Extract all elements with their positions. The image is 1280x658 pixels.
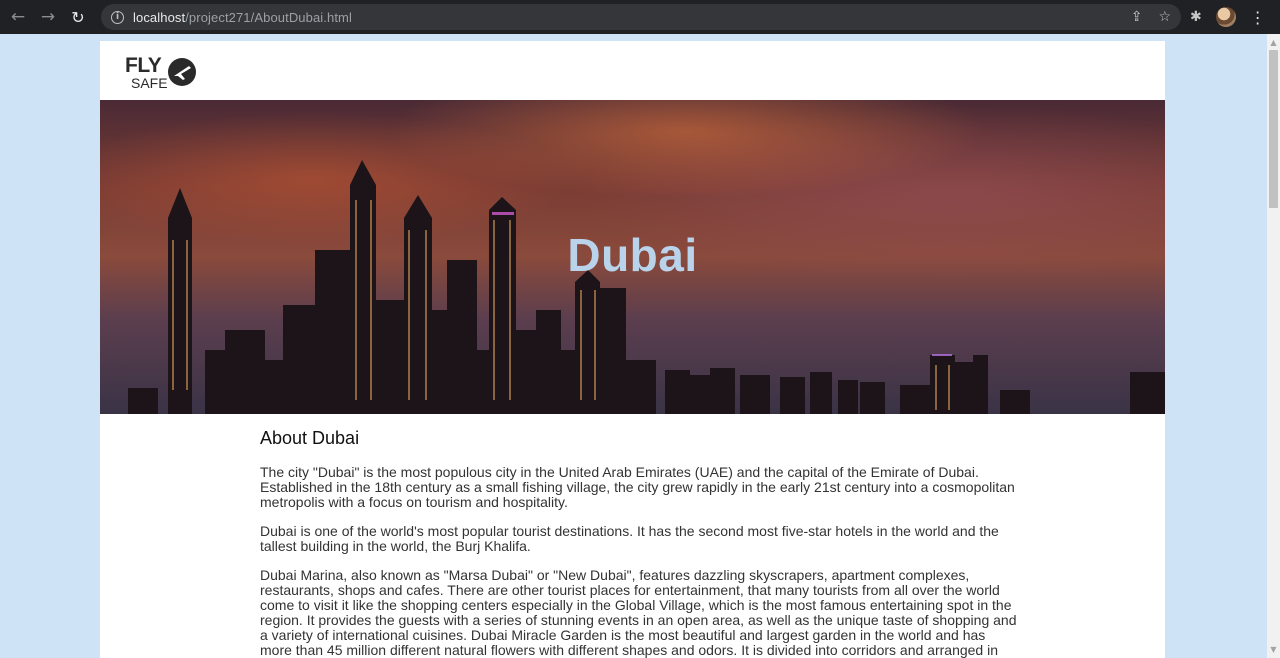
about-heading: About Dubai xyxy=(260,428,360,448)
back-button[interactable]: ← xyxy=(6,5,30,29)
scroll-thumb[interactable] xyxy=(1269,50,1278,208)
star-icon[interactable]: ☆ xyxy=(1158,9,1171,25)
scroll-down-arrow-icon[interactable]: ▼ xyxy=(1267,643,1280,656)
url-text[interactable]: localhost/project271/AboutDubai.html xyxy=(133,10,352,25)
share-icon[interactable]: ⇪ xyxy=(1131,9,1143,25)
arrow-right-icon: → xyxy=(40,7,56,27)
kebab-menu-icon[interactable]: ⋮ xyxy=(1250,8,1266,27)
profile-avatar[interactable] xyxy=(1215,7,1236,27)
about-paragraph: The city "Dubai" is the most populous ci… xyxy=(260,464,1015,510)
vertical-scrollbar[interactable]: ▲ ▼ xyxy=(1267,34,1280,658)
logo-text-safe: SAFE xyxy=(131,75,168,91)
hero-title: Dubai xyxy=(567,229,698,281)
about-section: About Dubai The city "Dubai" is the most… xyxy=(260,428,1020,658)
arrow-left-icon: ← xyxy=(10,7,26,27)
site-logo[interactable]: FLY SAFE xyxy=(125,54,205,94)
url-path: /project271/AboutDubai.html xyxy=(185,9,352,25)
reload-button[interactable]: ↻ xyxy=(66,5,90,29)
forward-button[interactable]: → xyxy=(36,5,60,29)
about-paragraph: Dubai Marina, also known as "Marsa Dubai… xyxy=(260,567,1017,658)
scroll-up-arrow-icon[interactable]: ▲ xyxy=(1267,36,1280,49)
url-host: localhost xyxy=(133,9,186,25)
about-paragraph: Dubai is one of the world's most popular… xyxy=(260,523,999,554)
browser-toolbar: ← → ↻ i localhost/project271/AboutDubai.… xyxy=(0,0,1280,34)
page-container: FLY SAFE Dubai About Dubai The city "Dub… xyxy=(100,41,1165,658)
airplane-icon xyxy=(168,58,196,86)
address-bar[interactable]: i localhost/project271/AboutDubai.html ⇪… xyxy=(101,4,1181,30)
site-header: FLY SAFE xyxy=(100,41,1165,100)
puzzle-icon[interactable]: ✱ xyxy=(1190,9,1202,25)
hero-banner: Dubai xyxy=(100,100,1165,414)
reload-icon: ↻ xyxy=(71,7,85,27)
info-icon[interactable]: i xyxy=(111,10,124,24)
